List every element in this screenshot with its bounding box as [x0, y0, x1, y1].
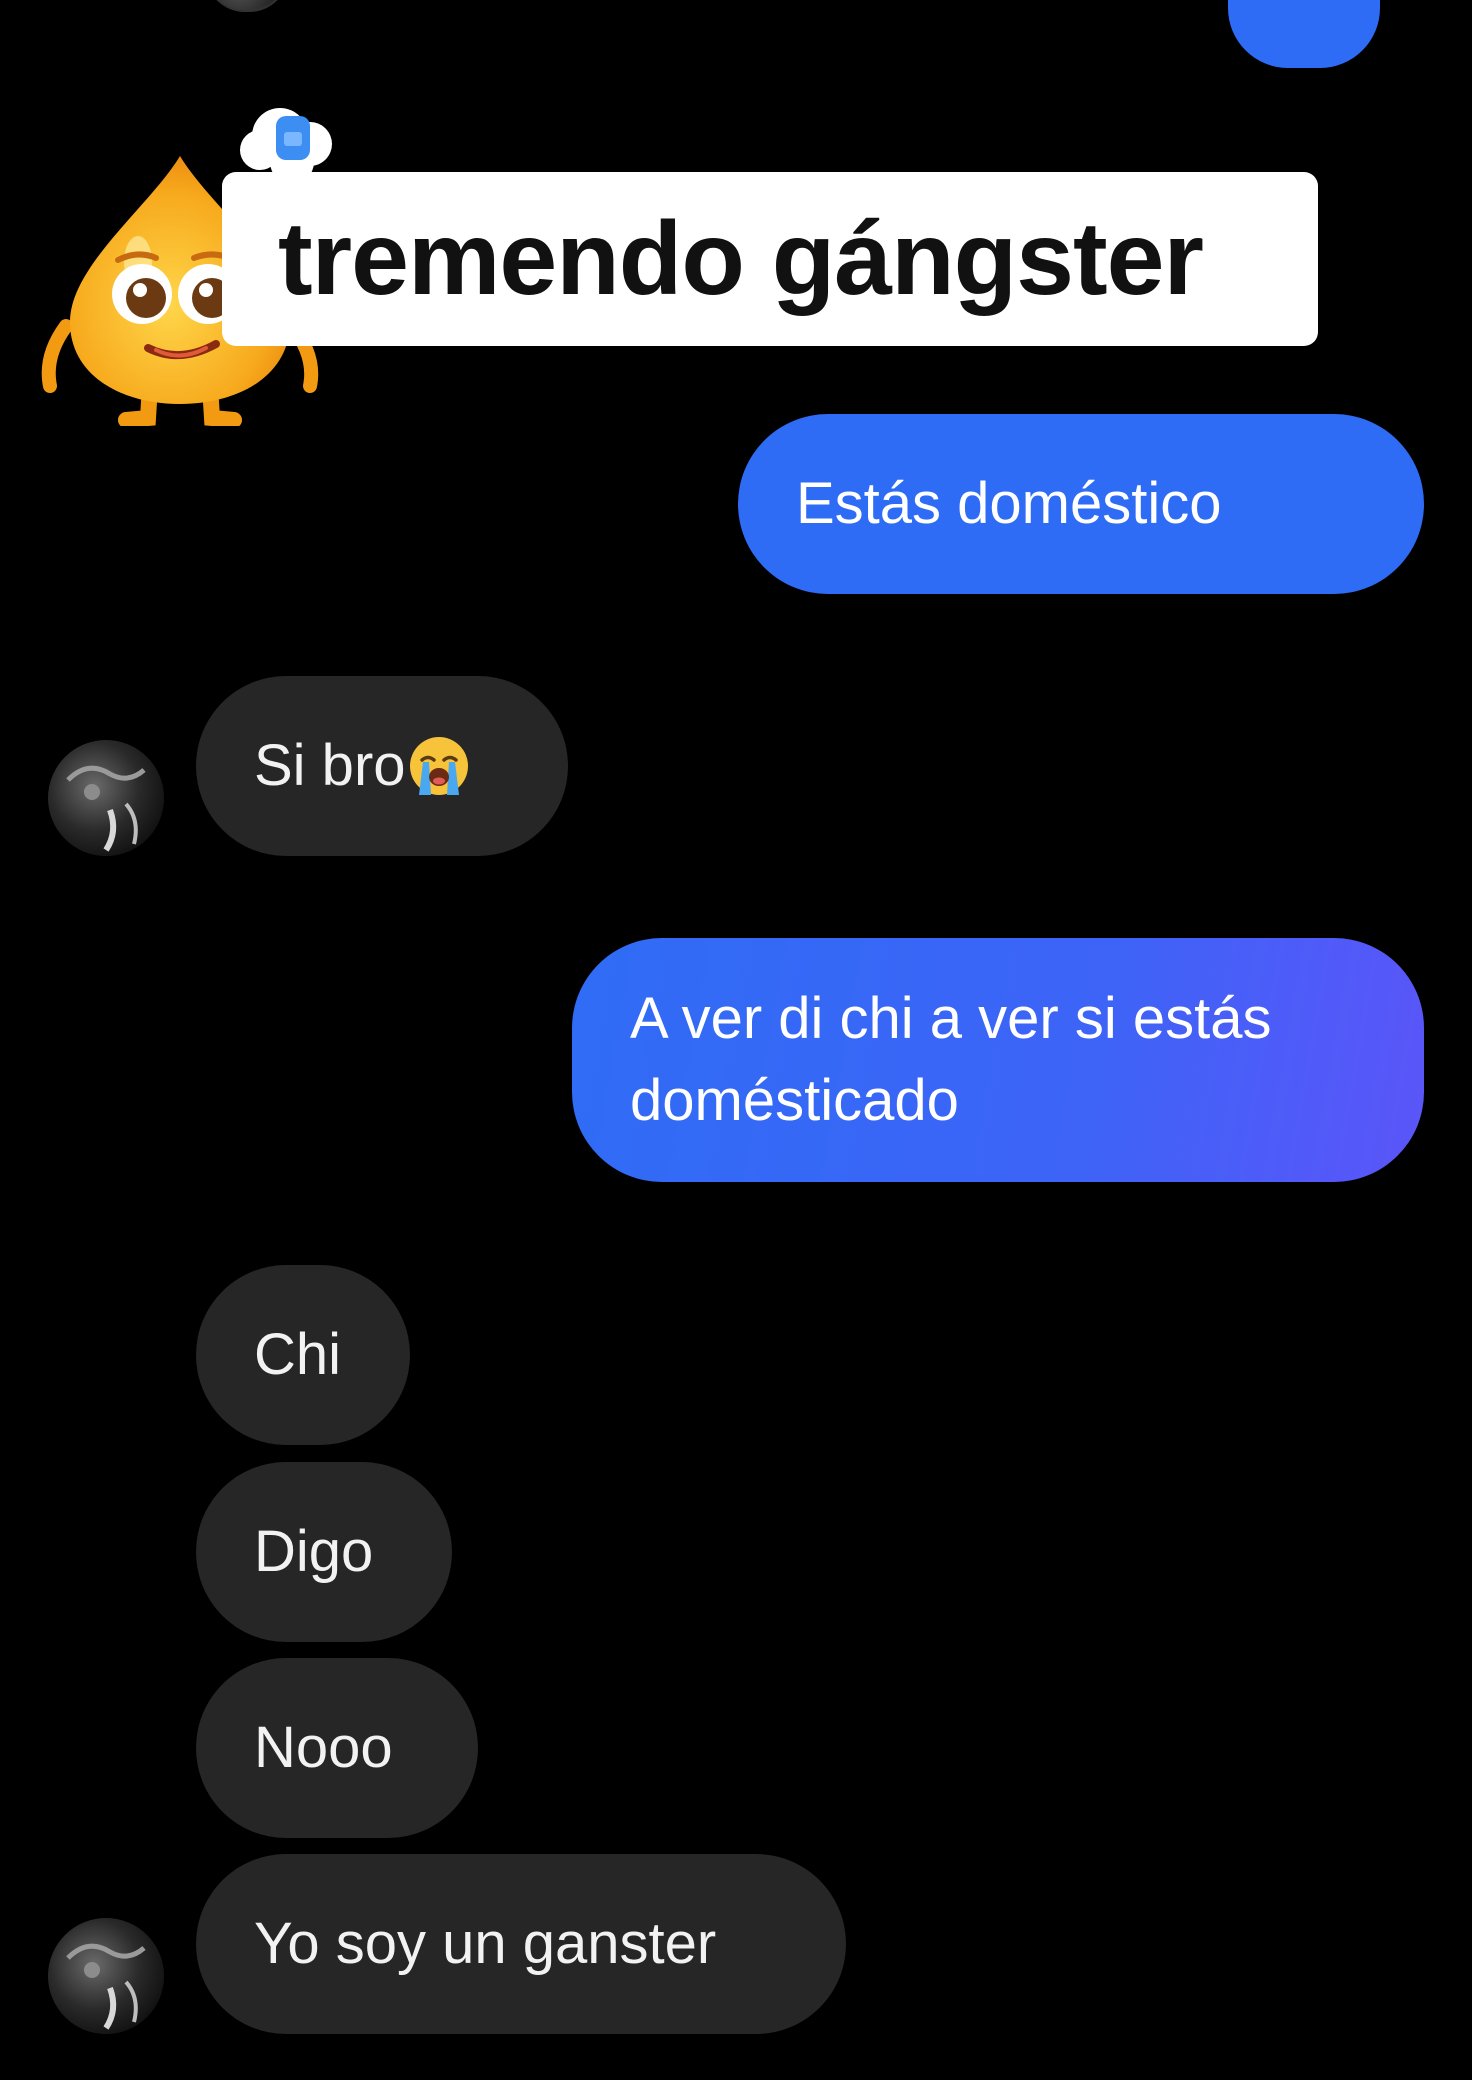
message-text: Si bro: [254, 733, 406, 798]
outgoing-message[interactable]: A ver di chi a ver si estás domésticado: [572, 938, 1424, 1182]
message-text: Estás doméstico: [796, 471, 1222, 536]
incoming-message[interactable]: Chi: [196, 1265, 410, 1445]
message-text: Nooo: [254, 1715, 393, 1780]
contact-avatar[interactable]: [48, 740, 164, 856]
cropped-avatar: [205, 0, 289, 12]
incoming-message[interactable]: Si bro: [196, 676, 568, 856]
cropped-outgoing-bubble[interactable]: [1228, 0, 1380, 68]
incoming-message[interactable]: Yo soy un ganster: [196, 1854, 846, 2034]
incoming-message[interactable]: Digo: [196, 1462, 452, 1642]
caption-text: tremendo gángster: [278, 201, 1204, 317]
outgoing-message[interactable]: Estás doméstico: [738, 414, 1424, 594]
contact-avatar[interactable]: [48, 1918, 164, 2034]
sticker-caption: tremendo gángster: [222, 172, 1318, 346]
avatar-photo-icon: [48, 1918, 164, 2034]
message-text: Digo: [254, 1519, 374, 1584]
message-text: A ver di chi a ver si estás domésticado: [630, 986, 1272, 1133]
message-text: Yo soy un ganster: [254, 1911, 717, 1976]
loudly-crying-face-icon: [409, 737, 468, 795]
incoming-message[interactable]: Nooo: [196, 1658, 478, 1838]
avatar-photo-icon: [48, 740, 164, 856]
message-text: Chi: [254, 1322, 342, 1387]
